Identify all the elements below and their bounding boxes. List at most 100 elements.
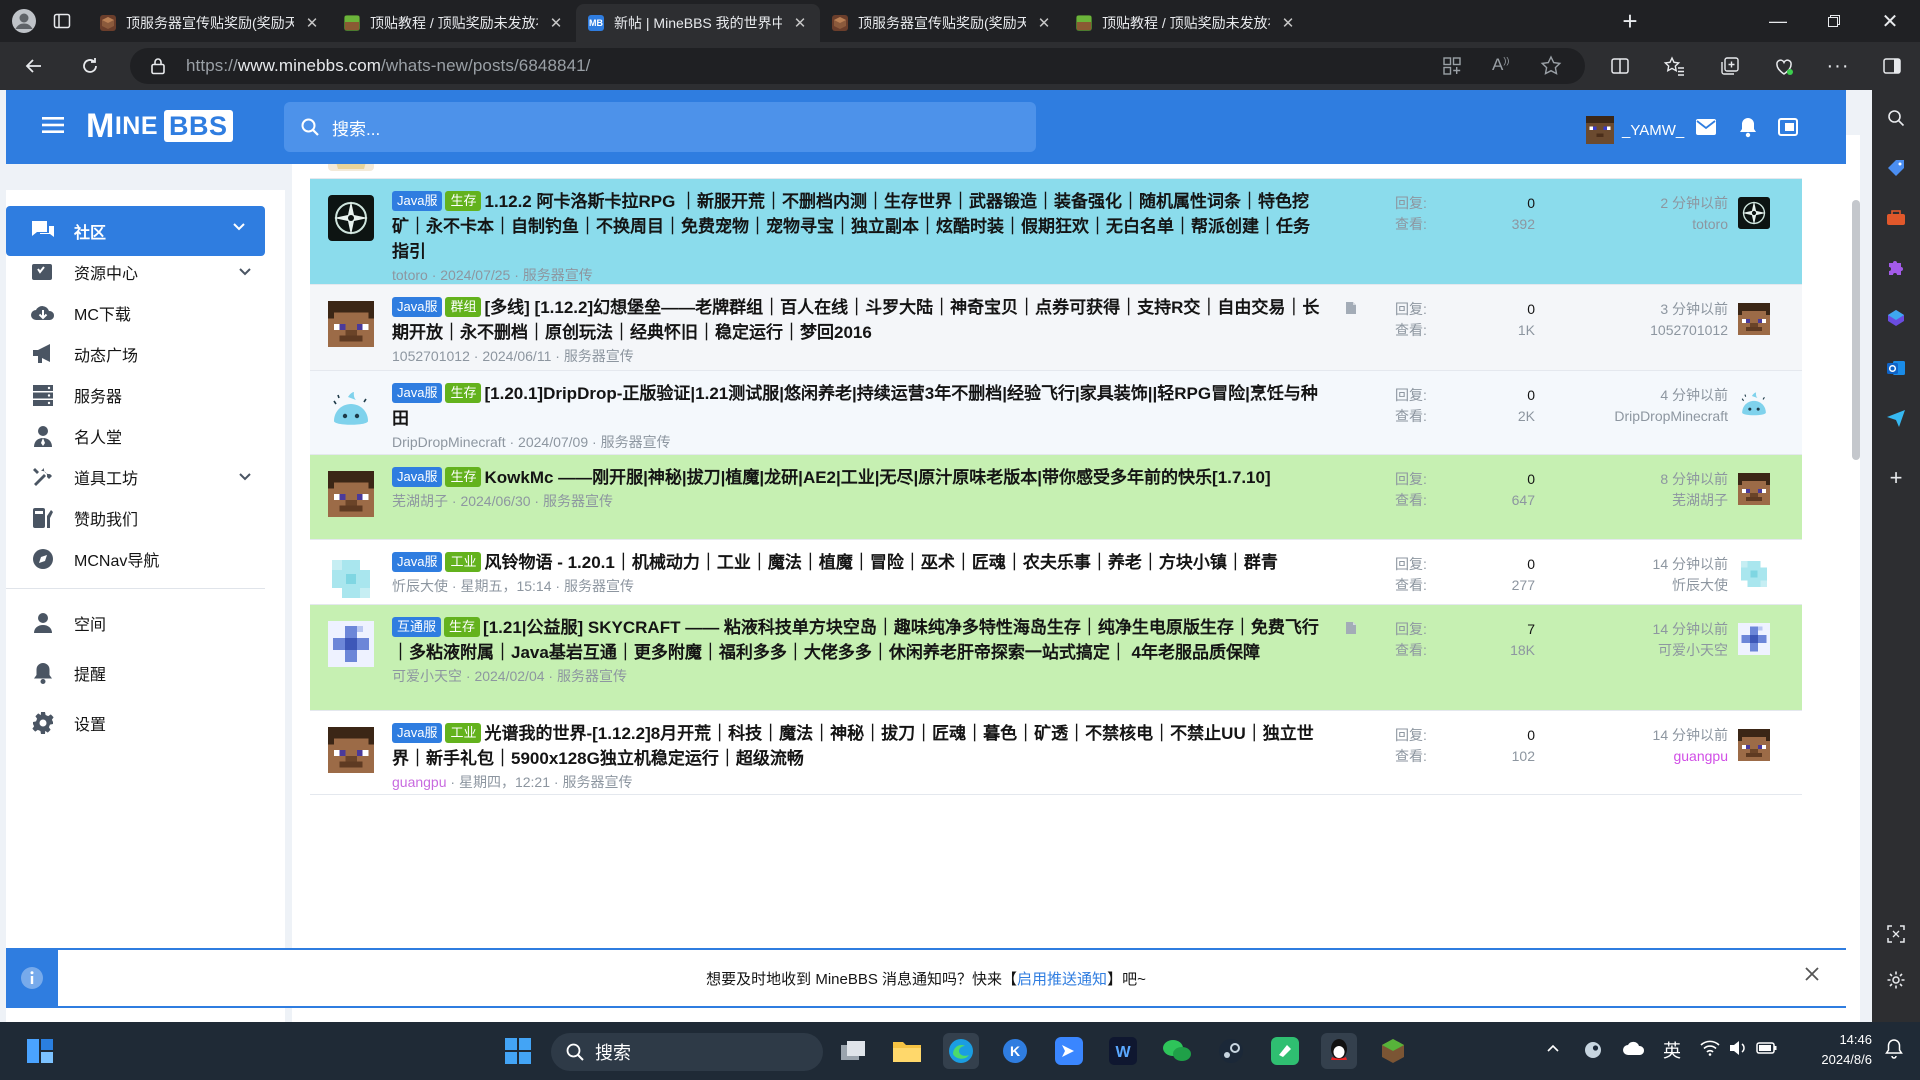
thread-row[interactable]: Java服 生存 KowkMc ——刚开服|神秘|拔刀|植魔|龙研|AE2|工业|无…	[310, 455, 1802, 540]
browser-tab[interactable]: MB 新帖 | MineBBS 我的世界中文论坛 ✕	[576, 4, 820, 42]
wechat-icon[interactable]	[1159, 1033, 1195, 1069]
app-k-icon[interactable]: K	[997, 1033, 1033, 1069]
chevron-down-icon[interactable]	[239, 473, 251, 481]
thread-date[interactable]: 2024/07/25	[440, 267, 510, 283]
qq-icon[interactable]	[1321, 1033, 1357, 1069]
thread-title-line[interactable]: Java服 工业 风铃物语 - 1.20.1｜机械动力｜工业｜魔法｜植魔｜冒险｜巫术…	[392, 550, 1322, 575]
last-poster-avatar[interactable]	[1738, 558, 1770, 590]
collections-icon[interactable]	[1714, 50, 1746, 82]
thread-title-line[interactable]: Java服 生存 [1.20.1]DripDrop-正版验证|1.21测试服|悠闲养…	[392, 381, 1322, 431]
outlook-icon[interactable]	[1882, 354, 1910, 382]
split-screen-icon[interactable]	[1604, 50, 1636, 82]
last-poster-avatar[interactable]	[1738, 197, 1770, 229]
shopping-tag-icon[interactable]	[1882, 154, 1910, 182]
browser-tab[interactable]: 顶服务器宣传贴奖励(奖励天空点 ✕	[820, 4, 1064, 42]
browser-tab[interactable]: 顶贴教程 / 顶贴奖励未发放补领 ✕	[332, 4, 576, 42]
close-window-button[interactable]: ✕	[1862, 0, 1918, 42]
last-post-user[interactable]: guangpu	[1550, 746, 1728, 767]
prefix-badge[interactable]: 互通服	[392, 617, 442, 637]
puzzle-icon[interactable]	[1882, 254, 1910, 282]
prefix-badge[interactable]: 工业	[445, 552, 482, 572]
menu-icon[interactable]	[42, 116, 64, 134]
thread-title[interactable]: [多线] [1.12.2]幻想堡垒——老牌群组｜百人在线｜斗罗大陆｜神奇宝贝｜点…	[392, 298, 1319, 342]
sidebar-item-chat[interactable]: 社区	[6, 206, 265, 256]
last-poster-avatar[interactable]	[1738, 623, 1770, 655]
browser-tab[interactable]: 顶贴教程 / 顶贴奖励未发放补领 ✕	[1064, 4, 1308, 42]
start-icon[interactable]	[500, 1033, 536, 1069]
thread-row[interactable]: Java服 工业 光谱我的世界-[1.12.2]8月开荒｜科技｜魔法｜神秘｜拔刀｜匠…	[310, 711, 1802, 795]
maximize-button[interactable]	[1806, 0, 1862, 42]
thread-forum[interactable]: 服务器宣传	[562, 774, 632, 790]
thread-row[interactable]: Java服 生存 1.12.2 阿卡洛斯卡拉RPG ｜新服开荒｜不删档内测｜生存世界…	[310, 179, 1802, 285]
last-poster-avatar[interactable]	[1738, 473, 1770, 505]
last-post-time[interactable]: 2 分钟以前	[1550, 193, 1728, 214]
url-text[interactable]: https://www.minebbs.com/whats-new/posts/…	[186, 56, 591, 76]
profile-avatar-icon[interactable]	[10, 7, 38, 35]
thread-date[interactable]: 2024/02/04	[474, 668, 544, 684]
browser-essentials-icon[interactable]	[1768, 50, 1800, 82]
last-post-user[interactable]: DripDropMinecraft	[1550, 406, 1728, 427]
wifi-icon[interactable]	[1700, 1040, 1720, 1056]
read-aloud-icon[interactable]: A))	[1492, 55, 1509, 75]
feishu-icon[interactable]	[1051, 1033, 1087, 1069]
thread-row[interactable]: Java服 生存 [1.20.1]DripDrop-正版验证|1.21测试服|悠闲养…	[310, 371, 1802, 455]
close-tab-icon[interactable]: ✕	[792, 14, 808, 32]
sidebar-item-tools[interactable]: 道具工坊	[6, 456, 271, 498]
app-green-icon[interactable]	[1267, 1033, 1303, 1069]
app-available-icon[interactable]	[1442, 56, 1462, 76]
prefix-badge[interactable]: 生存	[445, 191, 482, 211]
thread-date[interactable]: 2024/06/30	[460, 493, 530, 509]
last-post-time[interactable]: 3 分钟以前	[1550, 299, 1728, 320]
last-post-user[interactable]: 可爱小天空	[1550, 640, 1728, 661]
taskbar-search[interactable]: 搜索	[551, 1033, 823, 1071]
thread-author[interactable]: DripDropMinecraft	[392, 434, 506, 450]
steam-tray-icon[interactable]	[1583, 1040, 1603, 1060]
mail-icon[interactable]	[1694, 115, 1718, 139]
author-avatar[interactable]	[328, 621, 374, 667]
browser-tab[interactable]: 顶服务器宣传贴奖励(奖励天空点 ✕	[88, 4, 332, 42]
thread-forum[interactable]: 服务器宣传	[564, 578, 634, 594]
onedrive-icon[interactable]	[1622, 1040, 1646, 1056]
thread-title-line[interactable]: 互通服 生存 [1.21|公益服] SKYCRAFT —— 粘液科技单方块空岛｜趣味…	[392, 615, 1322, 665]
thread-forum[interactable]: 服务器宣传	[601, 434, 671, 450]
last-post-user[interactable]: 1052701012	[1550, 320, 1728, 341]
lock-icon[interactable]	[150, 57, 166, 75]
favorites-icon[interactable]	[1658, 50, 1690, 82]
thread-row[interactable]: Java服 工业 风铃物语 - 1.20.1｜机械动力｜工业｜魔法｜植魔｜冒险｜巫术…	[310, 540, 1802, 605]
address-bar[interactable]: https://www.minebbs.com/whats-new/posts/…	[130, 48, 1585, 84]
prefix-badge[interactable]: Java服	[392, 191, 443, 211]
sidebar-item-megaphone[interactable]: 动态广场	[6, 333, 271, 375]
thread-title-line[interactable]: Java服 群组 [多线] [1.12.2]幻想堡垒——老牌群组｜百人在线｜斗罗大陆…	[392, 295, 1322, 345]
settings-gear-icon[interactable]	[1882, 966, 1910, 994]
author-avatar[interactable]	[328, 556, 374, 602]
last-post-user[interactable]: 芜湖胡子	[1550, 490, 1728, 511]
last-post-time[interactable]: 14 分钟以前	[1550, 554, 1728, 575]
author-avatar[interactable]	[328, 301, 374, 347]
add-app-icon[interactable]: +	[1882, 464, 1910, 492]
prefix-badge[interactable]: 生存	[445, 467, 482, 487]
thread-title-line[interactable]: Java服 生存 KowkMc ——刚开服|神秘|拔刀|植魔|龙研|AE2|工业|无…	[392, 465, 1322, 490]
thread-author[interactable]: 1052701012	[392, 348, 470, 364]
refresh-button[interactable]	[74, 50, 106, 82]
last-post-time[interactable]: 8 分钟以前	[1550, 469, 1728, 490]
clock[interactable]: 14:46 2024/8/6	[1792, 1030, 1872, 1070]
sidebar-item-bell[interactable]: 提醒	[6, 652, 271, 694]
volume-icon[interactable]	[1728, 1040, 1748, 1056]
thread-date[interactable]: 星期五，15:14	[460, 578, 551, 594]
search-input[interactable]: 搜索...	[284, 102, 1036, 152]
enable-push-link[interactable]: 启用推送通知	[1017, 971, 1107, 988]
thread-date[interactable]: 2024/06/11	[482, 348, 551, 364]
thread-author[interactable]: 芜湖胡子	[392, 493, 448, 509]
site-logo[interactable]: M INE BBS	[86, 107, 233, 145]
close-tab-icon[interactable]: ✕	[548, 14, 564, 32]
app-w-icon[interactable]: W	[1105, 1033, 1141, 1069]
chevron-down-icon[interactable]	[239, 268, 251, 276]
thread-author[interactable]: guangpu	[392, 774, 447, 790]
sidebar-toggle-icon[interactable]	[1876, 50, 1908, 82]
user-menu[interactable]: _YAMW_	[1586, 116, 1684, 144]
new-tab-button[interactable]: +	[1616, 6, 1644, 36]
send-icon[interactable]	[1882, 404, 1910, 432]
thread-title-line[interactable]: Java服 生存 1.12.2 阿卡洛斯卡拉RPG ｜新服开荒｜不删档内测｜生存世界…	[392, 189, 1322, 264]
ime-indicator[interactable]: 英	[1663, 1037, 1681, 1063]
search-icon[interactable]	[1882, 104, 1910, 132]
